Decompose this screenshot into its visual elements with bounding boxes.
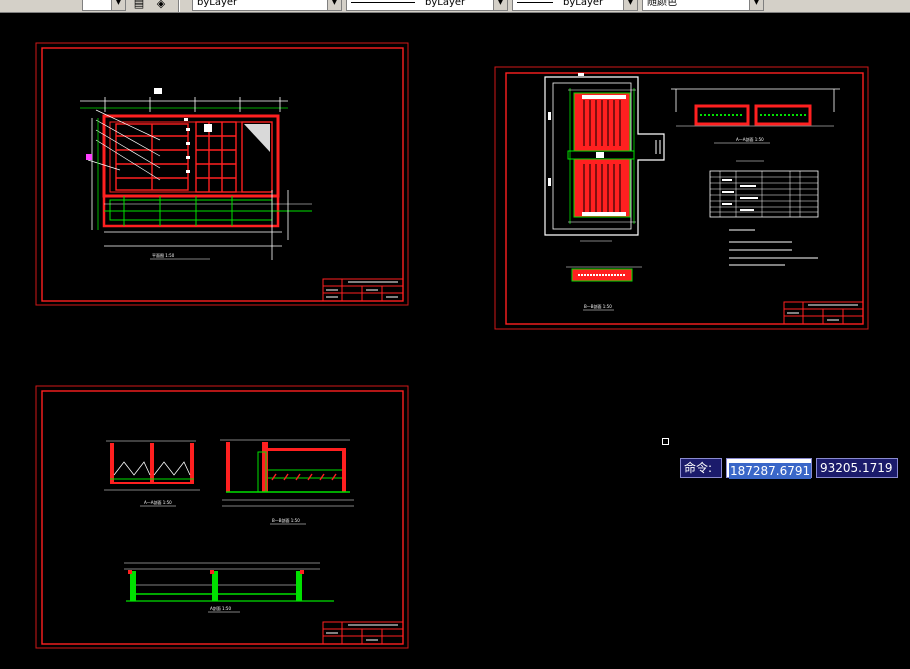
sheet-3-a-a-caption: A—A剖面 1:50 <box>144 499 172 505</box>
layer-state-combo[interactable]: ▼ <box>82 0 126 11</box>
sheet-2-material-table <box>709 160 819 218</box>
sheet-1[interactable]: 平面图 1:50 <box>35 42 409 306</box>
color-combo-value: 随颜色 <box>647 0 677 8</box>
x-coordinate-value: 187287.6791 <box>729 463 812 479</box>
layer-combo-value: byLayer <box>197 0 238 8</box>
toolbar-divider <box>178 0 180 12</box>
sheet-3-section-b-b: B—B剖面 1:50 <box>220 439 354 525</box>
sheet-2-b-b-caption: B—B剖面 1:50 <box>584 303 612 309</box>
lineweight-preview <box>517 1 553 3</box>
y-coordinate-input[interactable]: 93205.1719 <box>816 458 898 478</box>
sheet-3-section-a-a: A—A剖面 1:50 <box>104 440 200 507</box>
sheet-2-tank-plan <box>544 73 665 242</box>
chevron-down-icon[interactable]: ▼ <box>749 0 763 10</box>
layer-combo[interactable]: byLayer ▼ <box>192 0 342 11</box>
sheet-2-notes <box>729 229 818 266</box>
sheet-2[interactable]: A—A剖面 1:50 B—B剖面 1:50 <box>494 66 869 330</box>
x-coordinate-input[interactable]: 187287.6791 <box>726 458 812 479</box>
layer-manager-icon[interactable]: ▤ <box>130 0 148 11</box>
sheet-3[interactable]: A—A剖面 1:50 B—B剖面 1:50 A剖面 1:50 <box>35 385 409 649</box>
cursor-pickbox <box>662 438 669 445</box>
sheet-3-long-section: A剖面 1:50 <box>124 562 334 613</box>
sheet-2-section-a-a: A—A剖面 1:50 <box>671 88 840 144</box>
sheet-2-a-a-caption: A—A剖面 1:50 <box>736 136 764 142</box>
linetype-combo-value: byLayer <box>425 0 466 8</box>
sheet-1-plan-drawing: 平面图 1:50 <box>80 88 312 260</box>
properties-toolbar: ▼ ▤ ◈ byLayer ▼ byLayer ▼ byLayer ▼ 随颜色 … <box>0 0 910 13</box>
lineweight-combo[interactable]: byLayer ▼ <box>512 0 638 11</box>
sheet-1-title-block <box>322 278 404 302</box>
layer-previous-icon[interactable]: ◈ <box>152 0 170 11</box>
chevron-down-icon[interactable]: ▼ <box>327 0 341 10</box>
chevron-down-icon[interactable]: ▼ <box>111 0 125 10</box>
sheet-3-b-b-caption: B—B剖面 1:50 <box>272 517 300 523</box>
sheet-2-title-block <box>783 301 864 325</box>
lineweight-combo-value: byLayer <box>563 0 604 8</box>
sheet-2-section-b-b: B—B剖面 1:50 <box>566 266 642 311</box>
sheet-1-plan-caption: 平面图 1:50 <box>152 252 175 258</box>
color-combo[interactable]: 随颜色 ▼ <box>642 0 764 11</box>
drawing-canvas[interactable]: 平面图 1:50 A—A剖面 1:50 B—B剖面 1:50 A—A剖面 1:5… <box>0 13 910 669</box>
linetype-combo[interactable]: byLayer ▼ <box>346 0 508 11</box>
chevron-down-icon[interactable]: ▼ <box>623 0 637 10</box>
linetype-preview <box>351 1 415 3</box>
sheet-3-c-caption: A剖面 1:50 <box>210 605 231 611</box>
sheet-2-outer-frame <box>494 66 869 330</box>
sheet-3-title-block <box>322 621 404 645</box>
command-prompt-label: 命令: <box>680 458 722 478</box>
chevron-down-icon[interactable]: ▼ <box>493 0 507 10</box>
